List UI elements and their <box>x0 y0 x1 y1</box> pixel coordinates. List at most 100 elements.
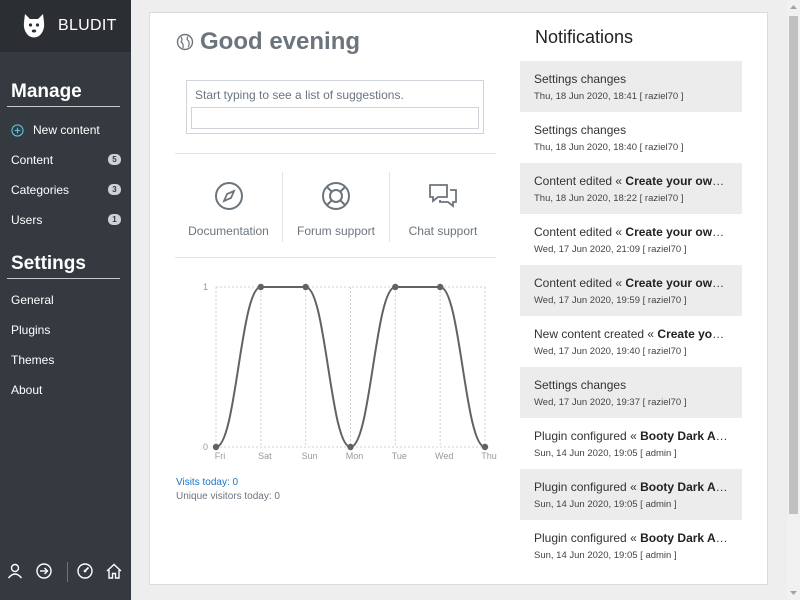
sidebar-item-categories[interactable]: Categories 3 <box>11 180 121 200</box>
x-tick-label: Fri <box>215 451 226 461</box>
notification-action: New content created « <box>534 327 658 341</box>
notification-item[interactable]: Settings changes Wed, 17 Jun 2020, 19:37 … <box>520 367 742 418</box>
manage-heading: Manage <box>11 81 82 102</box>
sidebar-item-label: Content <box>11 153 54 167</box>
notification-item[interactable]: Plugin configured « Booty Dark Ad… Sun, 1… <box>520 418 742 469</box>
notification-item[interactable]: Content edited « Create your own … Thu, 1… <box>520 163 742 214</box>
notification-text: Plugin configured « Booty Dark Ad… <box>534 531 728 545</box>
brand[interactable]: BLUDIT <box>0 0 131 52</box>
notification-subject: Booty Dark Ad… <box>640 531 728 545</box>
chat-icon <box>429 184 457 208</box>
notification-action: Plugin configured « <box>534 531 641 545</box>
new-content-link[interactable]: New content <box>11 120 121 140</box>
notification-text: Settings changes <box>534 72 728 86</box>
notification-item[interactable]: Content edited « Create your own … Wed, 1… <box>520 265 742 316</box>
page-scrollbar[interactable] <box>787 0 800 600</box>
x-tick-label: Sat <box>258 451 272 461</box>
sidebar-item-content[interactable]: Content 5 <box>11 150 121 170</box>
greeting-text: Good evening <box>200 28 361 55</box>
notification-item[interactable]: Settings changes Thu, 18 Jun 2020, 18:41 … <box>520 61 742 112</box>
settings-heading: Settings <box>11 253 86 274</box>
search-input[interactable] <box>191 107 479 129</box>
scroll-thumb[interactable] <box>789 16 798 514</box>
chat-support-link[interactable]: Chat support <box>390 172 496 242</box>
documentation-link[interactable]: Documentation <box>176 172 281 242</box>
notification-action: Settings changes <box>534 378 627 392</box>
data-point <box>302 283 309 291</box>
sidebar-item-label: General <box>11 293 54 307</box>
notification-meta: Sun, 14 Jun 2020, 19:05 [ admin ] <box>534 448 677 459</box>
notifications-list: Settings changes Thu, 18 Jun 2020, 18:41 … <box>520 61 742 571</box>
notification-action: Content edited « <box>534 225 626 239</box>
notifications-title: Notifications <box>535 27 634 47</box>
notification-meta: Thu, 18 Jun 2020, 18:41 [ raziel70 ] <box>534 91 684 102</box>
notification-action: Settings changes <box>534 123 627 137</box>
scroll-down-icon[interactable] <box>787 586 800 600</box>
scroll-up-icon[interactable] <box>787 0 800 14</box>
notification-meta: Thu, 18 Jun 2020, 18:22 [ raziel70 ] <box>534 193 684 204</box>
forum-support-label: Forum support <box>296 224 376 238</box>
manage-divider <box>7 106 120 107</box>
notification-text: Content edited « Create your own … <box>534 174 728 188</box>
notification-text: Plugin configured « Booty Dark Ad… <box>534 429 728 443</box>
notification-subject: Create your own … <box>625 276 728 290</box>
data-point <box>481 443 489 451</box>
sidebar-item-themes[interactable]: Themes <box>11 350 121 370</box>
notification-action: Content edited « <box>534 276 626 290</box>
sidebar-item-general[interactable]: General <box>11 290 121 310</box>
notification-item[interactable]: New content created « Create your … Wed, … <box>520 316 742 367</box>
sidebar-item-about[interactable]: About <box>11 380 121 400</box>
sidebar-item-users[interactable]: Users 1 <box>11 210 121 230</box>
brand-name: BLUDIT <box>58 17 117 34</box>
notification-meta: Sun, 14 Jun 2020, 19:05 [ admin ] <box>534 550 677 561</box>
greeting: Good evening <box>176 28 360 56</box>
notification-action: Content edited « <box>534 174 626 188</box>
home-icon[interactable] <box>105 562 123 580</box>
notification-text: New content created « Create your … <box>534 327 728 341</box>
sidebar-item-label: Categories <box>11 183 70 197</box>
notification-item[interactable]: Settings changes Thu, 18 Jun 2020, 18:40 … <box>520 112 742 163</box>
notification-subject: Booty Dark Ad… <box>640 429 728 443</box>
x-tick-label: Thu <box>481 451 497 461</box>
bludit-dog-logo <box>23 14 45 38</box>
x-tick-label: Mon <box>346 451 364 461</box>
x-tick-label: Wed <box>435 451 453 461</box>
sidebar-item-plugins[interactable]: Plugins <box>11 320 121 340</box>
data-point <box>392 283 399 291</box>
settings-divider <box>7 278 120 279</box>
divider-bottom <box>175 257 496 258</box>
new-content-label: New content <box>33 123 100 137</box>
x-tick-label: Tue <box>392 451 407 461</box>
notification-text: Settings changes <box>534 123 728 137</box>
logout-icon[interactable] <box>35 562 53 580</box>
notification-subject: Create your own … <box>625 174 728 188</box>
notification-text: Content edited « Create your own … <box>534 276 728 290</box>
footer-divider <box>67 562 68 582</box>
notification-meta: Wed, 17 Jun 2020, 19:37 [ raziel70 ] <box>534 397 687 408</box>
dashboard-icon[interactable] <box>76 562 94 580</box>
forum-support-link[interactable]: Forum support <box>283 172 389 242</box>
notification-meta: Sun, 14 Jun 2020, 19:05 [ admin ] <box>534 499 677 510</box>
search-hint: Start typing to see a list of suggestion… <box>195 88 404 102</box>
y-tick-label: 1 <box>203 282 208 292</box>
compass-icon <box>214 182 243 210</box>
unique-visitors: Unique visitors today: 0 <box>176 491 280 502</box>
notification-item[interactable]: Plugin configured « Booty Dark Ad… Sun, 1… <box>520 469 742 520</box>
data-point <box>257 283 265 291</box>
notification-text: Settings changes <box>534 378 728 392</box>
notification-item[interactable]: Content edited « Create your own … Wed, 1… <box>520 214 742 265</box>
sidebar-item-label: About <box>11 383 43 397</box>
data-point <box>212 443 220 451</box>
notification-subject: Create your own … <box>625 225 728 239</box>
user-icon[interactable] <box>6 562 24 580</box>
notification-item[interactable]: Plugin configured « Booty Dark Ad… Sun, 1… <box>520 520 742 571</box>
notification-subject: Booty Dark Ad… <box>640 480 728 494</box>
sidebar: BLUDIT Manage New content Content 5 Cate… <box>0 0 131 600</box>
notification-text: Content edited « Create your own … <box>534 225 728 239</box>
notification-meta: Wed, 17 Jun 2020, 19:59 [ raziel70 ] <box>534 295 687 306</box>
notification-action: Plugin configured « <box>534 480 641 494</box>
lifebuoy-icon <box>322 182 350 210</box>
categories-count-badge: 3 <box>108 184 121 195</box>
notification-subject: Create your … <box>657 327 728 341</box>
y-tick-label: 0 <box>203 442 208 452</box>
